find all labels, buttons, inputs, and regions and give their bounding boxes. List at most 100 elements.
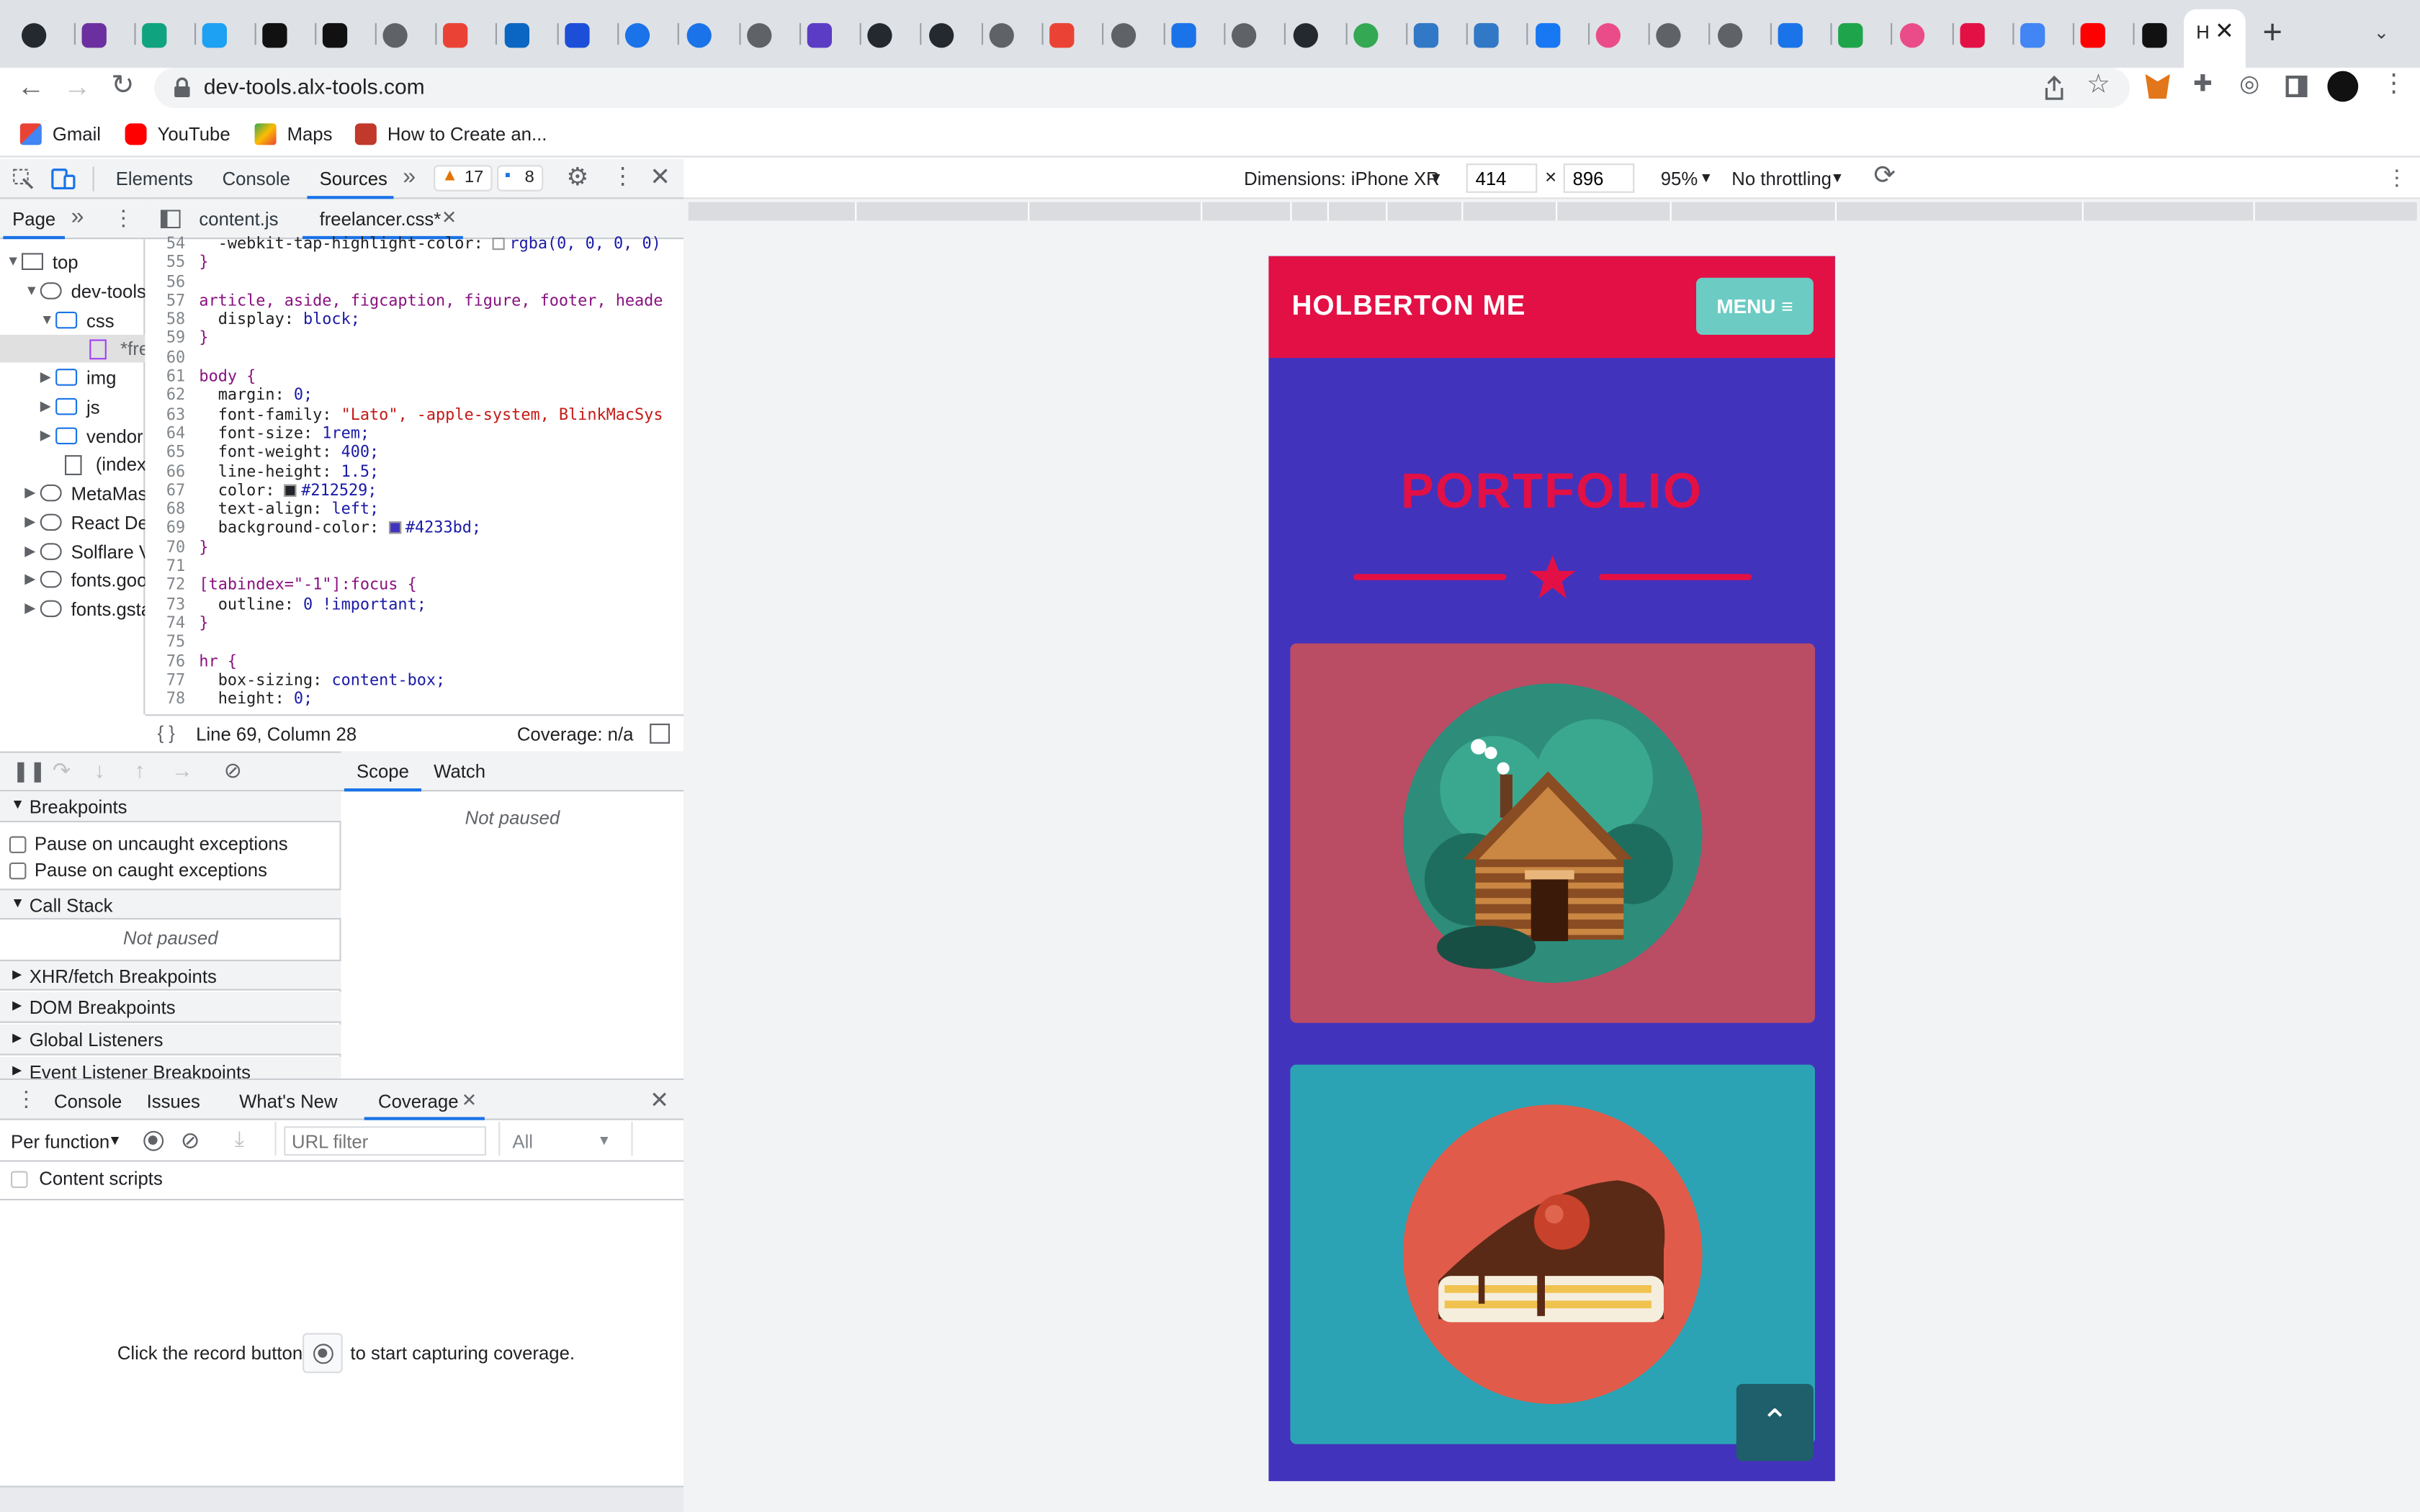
call-stack-header[interactable]: ▼ Call Stack <box>0 888 341 920</box>
ruler-breakpoint[interactable] <box>1386 202 1388 221</box>
code-line[interactable]: 71 <box>145 559 684 577</box>
deactivate-breakpoints-icon[interactable]: ⊘ <box>224 757 242 783</box>
tree-item[interactable]: (index) <box>0 451 145 479</box>
github-tab-icon[interactable] <box>928 23 954 48</box>
tree-item[interactable]: ▶ React De <box>0 509 145 537</box>
per-function-select[interactable]: Per function <box>11 1131 109 1153</box>
github-tab-icon[interactable] <box>1292 23 1317 48</box>
url-filter-input[interactable] <box>284 1126 486 1156</box>
metamask-fox-icon[interactable] <box>2145 73 2170 99</box>
tab-scope[interactable]: Scope <box>357 760 409 782</box>
bookmark-youtube[interactable]: YouTube <box>125 123 230 145</box>
code-line[interactable]: 64 font-size: 1rem; <box>145 426 684 444</box>
globe-tab-icon[interactable] <box>1717 23 1742 48</box>
tree-item[interactable]: ▶ fonts.goo <box>0 567 145 595</box>
collapsed-triangle-icon[interactable]: ▶ <box>24 571 35 588</box>
color-swatch[interactable] <box>492 238 506 251</box>
k-tab-icon[interactable] <box>202 23 227 48</box>
code-line[interactable]: 65 font-weight: 400; <box>145 445 684 464</box>
settings-gear-icon[interactable]: ⚙ <box>566 162 588 193</box>
close-devtools-icon[interactable]: ✕ <box>650 162 671 193</box>
drawer-tab-issues[interactable]: Issues <box>147 1091 200 1112</box>
openai-tab-icon[interactable] <box>142 23 167 48</box>
device-toolbar-icon[interactable] <box>51 166 76 191</box>
record-coverage-icon[interactable] <box>143 1130 164 1151</box>
more-navigator-tabs-icon[interactable]: » <box>71 204 84 230</box>
ruler-breakpoint[interactable] <box>2253 202 2255 221</box>
dom-breakpoints-header[interactable]: ▶ DOM Breakpoints <box>0 991 341 1023</box>
type-filter-select[interactable]: All <box>512 1131 533 1153</box>
throttling-select[interactable]: No throttling <box>1731 168 1832 190</box>
reload-icon[interactable]: ↻ <box>111 69 134 102</box>
c-tab-icon[interactable] <box>686 23 711 48</box>
t-tab-icon[interactable] <box>1959 23 1985 48</box>
close-coverage-tab-icon[interactable]: ✕ <box>462 1089 478 1111</box>
device-width-input[interactable] <box>1466 163 1538 193</box>
code-line[interactable]: 54 -webkit-tap-highlight-color: rgba(0, … <box>145 236 684 255</box>
content-scripts-row[interactable]: Content scripts <box>11 1168 163 1189</box>
ruler-breakpoint[interactable] <box>1290 202 1292 221</box>
tree-item[interactable]: ▼ css <box>0 306 145 334</box>
w-tab-icon[interactable] <box>1838 23 1863 48</box>
code-line[interactable]: 76 hr { <box>145 654 684 672</box>
code-line[interactable]: 60 <box>145 350 684 369</box>
code-line[interactable]: 67 color: #212529; <box>145 482 684 501</box>
dribbble-tab-icon[interactable] <box>1899 23 1924 48</box>
code-lines[interactable]: 54 -webkit-tap-highlight-color: rgba(0, … <box>145 236 684 711</box>
globe-tab-icon[interactable] <box>1110 23 1136 48</box>
collapsed-triangle-icon[interactable]: ▶ <box>24 485 35 502</box>
scroll-to-top-button[interactable]: ⌃ <box>1736 1384 1814 1462</box>
tab-elements[interactable]: Elements <box>116 168 193 190</box>
devtools-menu-icon[interactable]: ⋮ <box>611 162 635 189</box>
github-tab-icon[interactable] <box>868 23 893 48</box>
file-tab-freelancer-css[interactable]: freelancer.css* <box>320 208 442 230</box>
ruler-breakpoint[interactable] <box>1834 202 1837 221</box>
ruler-breakpoint[interactable] <box>1461 202 1464 221</box>
collapsed-triangle-icon[interactable]: ▶ <box>40 397 51 415</box>
menu-button[interactable]: MENU ≡ <box>1696 277 1814 335</box>
color-swatch[interactable] <box>284 484 297 497</box>
forward-arrow-icon[interactable]: → <box>63 71 91 104</box>
tab-sources[interactable]: Sources <box>320 168 387 190</box>
close-drawer-icon[interactable]: ✕ <box>650 1086 669 1114</box>
ts-tab-icon[interactable] <box>1414 23 1439 48</box>
code-editor[interactable]: content.js freelancer.css* ✕ 54 -webkit-… <box>145 199 684 715</box>
device-select[interactable]: Dimensions: iPhone XR <box>1244 168 1440 190</box>
tree-item[interactable]: ▼ top <box>0 248 145 276</box>
code-line[interactable]: 77 box-sizing: content-box; <box>145 672 684 691</box>
side-panel-icon[interactable] <box>2285 76 2308 97</box>
navigator-menu-icon[interactable]: ⋮ <box>112 205 134 231</box>
back-arrow-icon[interactable]: ← <box>17 71 45 104</box>
drawer-tab-console[interactable]: Console <box>54 1091 122 1112</box>
ruler-breakpoint[interactable] <box>1201 202 1203 221</box>
collapsed-triangle-icon[interactable]: ▶ <box>40 427 51 444</box>
medium-tab-icon[interactable] <box>262 23 287 48</box>
navigator-tab-page[interactable]: Page <box>12 208 55 230</box>
collapsed-triangle-icon[interactable]: ▶ <box>24 600 35 618</box>
ship-tab-icon[interactable] <box>565 23 590 48</box>
docs-tab-icon[interactable] <box>2020 23 2045 48</box>
tab-watch[interactable]: Watch <box>434 760 485 782</box>
code-line[interactable]: 69 background-color: #4233bd; <box>145 521 684 539</box>
xhr-breakpoints-header[interactable]: ▶ XHR/fetch Breakpoints <box>0 959 341 991</box>
bookmark-gmail[interactable]: Gmail <box>19 123 101 145</box>
content-scripts-checkbox[interactable] <box>11 1171 28 1189</box>
code-line[interactable]: 62 margin: 0; <box>145 388 684 407</box>
ruler-breakpoint[interactable] <box>1327 202 1329 221</box>
close-tab-icon[interactable]: ✕ <box>2215 17 2234 45</box>
rotate-icon[interactable]: ⟳ <box>1873 161 1896 192</box>
pause-resume-icon[interactable]: ❚❚ <box>12 759 46 783</box>
linkedin-tab-icon[interactable] <box>503 23 529 48</box>
code-line[interactable]: 70} <box>145 539 684 558</box>
ruler-breakpoint[interactable] <box>855 202 857 221</box>
inspect-element-icon[interactable] <box>12 168 34 190</box>
media-query-ruler[interactable] <box>688 202 2417 221</box>
step-over-icon[interactable]: ↷ <box>53 757 71 783</box>
expanded-triangle-icon[interactable]: ▼ <box>6 253 20 268</box>
youtube-tab-icon[interactable] <box>2081 23 2106 48</box>
collapsed-triangle-icon[interactable]: ▶ <box>40 369 51 386</box>
github-tab-icon[interactable] <box>1232 23 1257 48</box>
address-bar[interactable] <box>154 68 2130 108</box>
github-tab-icon[interactable] <box>22 23 47 48</box>
active-tab[interactable]: H ✕ <box>2184 9 2246 68</box>
